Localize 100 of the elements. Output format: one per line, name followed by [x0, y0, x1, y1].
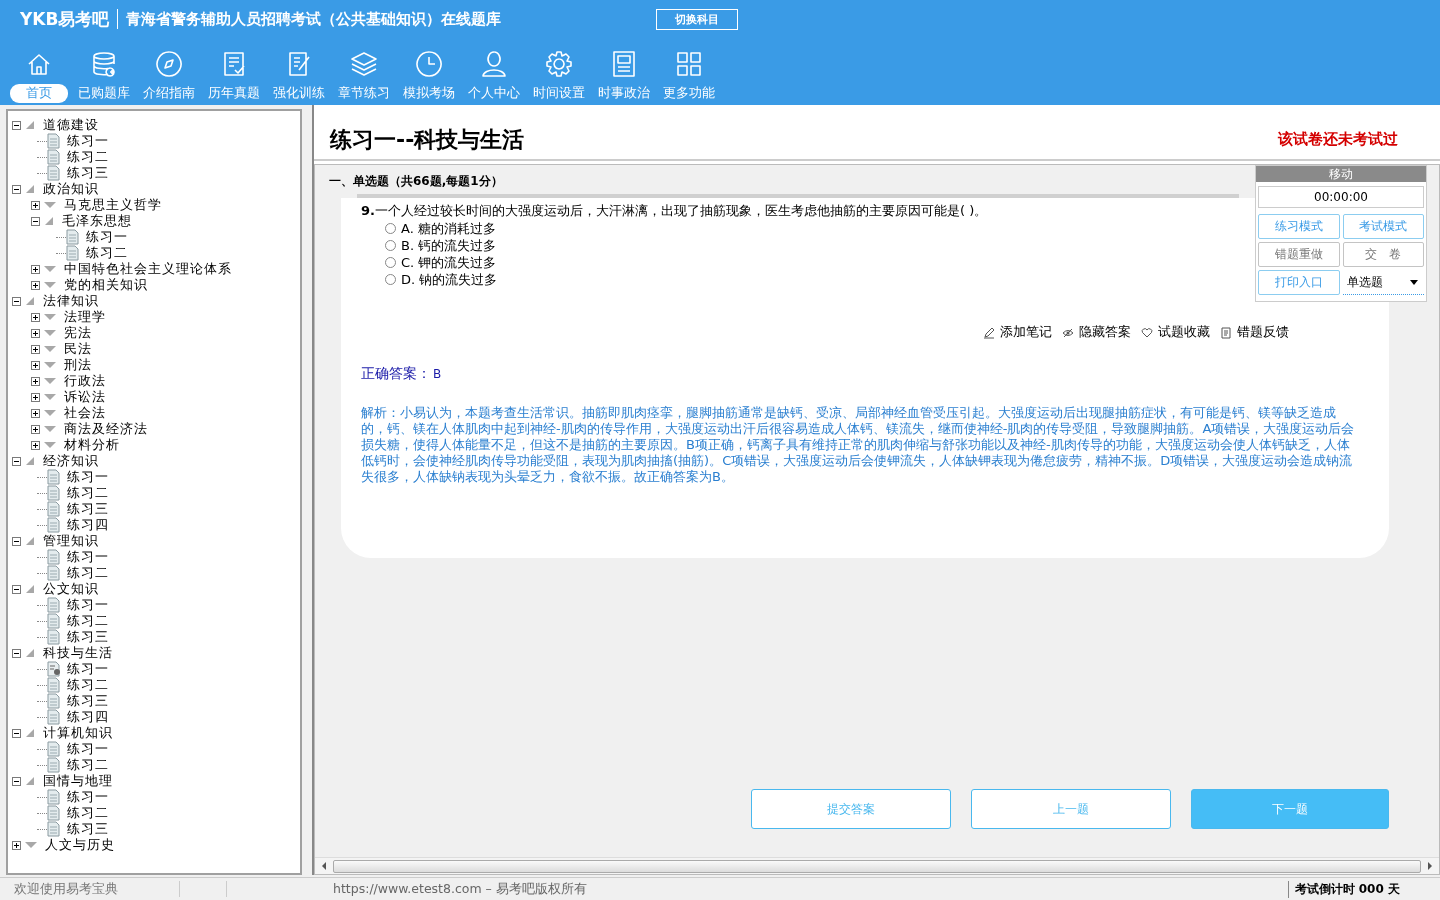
tree-item[interactable]: 诉讼法 — [64, 388, 106, 406]
collapse-icon[interactable] — [31, 216, 40, 226]
tree-item[interactable]: 管理知识 — [43, 532, 99, 550]
collapse-icon[interactable] — [12, 728, 21, 738]
question-type-select[interactable]: 单选题 — [1342, 270, 1424, 295]
expand-icon[interactable] — [12, 840, 21, 850]
tree-item[interactable]: 练习二 — [86, 244, 128, 262]
radio-button[interactable] — [385, 257, 396, 268]
tree-item[interactable]: 练习二 — [67, 756, 109, 774]
tree-item[interactable]: 马克思主义哲学 — [64, 196, 162, 214]
status-text: 欢迎使用易考宝典 — [13, 880, 119, 898]
expand-icon[interactable] — [31, 376, 40, 386]
tree-item[interactable]: 法律知识 — [43, 292, 99, 310]
folder-open-icon — [25, 584, 35, 594]
action-link[interactable]: 试题收藏 — [1158, 324, 1210, 341]
expand-icon[interactable] — [31, 280, 40, 290]
tree-item[interactable]: 练习一 — [67, 468, 109, 486]
expand-icon[interactable] — [31, 440, 40, 450]
folder-open-icon — [25, 536, 35, 546]
paper-status: 该试卷还未考试过 — [1278, 130, 1398, 150]
tree-item[interactable]: 练习一 — [67, 596, 109, 614]
tree-item[interactable]: 道德建设 — [43, 116, 99, 134]
tree-item[interactable]: 公文知识 — [43, 580, 99, 598]
tree-item[interactable]: 科技与生活 — [43, 644, 113, 662]
report-icon[interactable] — [1220, 326, 1232, 339]
tree-item[interactable]: 练习二 — [67, 564, 109, 582]
caret-icon[interactable] — [1410, 279, 1418, 285]
action-link[interactable]: 隐藏答案 — [1079, 324, 1131, 341]
tree-item[interactable]: 练习一 — [67, 548, 109, 566]
tree-item[interactable]: 练习三 — [67, 820, 109, 838]
tree-item[interactable]: 民法 — [64, 340, 92, 358]
paper-title: 练习一--科技与生活 — [330, 126, 525, 154]
scroll-left-icon[interactable] — [321, 862, 327, 870]
option-label[interactable]: B. 钙的流失过多 — [401, 236, 497, 255]
folder-open-icon — [44, 216, 54, 226]
tree-item[interactable]: 练习三 — [67, 500, 109, 518]
tree-item[interactable]: 计算机知识 — [43, 724, 113, 742]
pencil-icon[interactable] — [983, 326, 995, 339]
expand-icon[interactable] — [31, 312, 40, 322]
tree-item[interactable]: 中国特色社会主义理论体系 — [64, 260, 232, 278]
option-label[interactable]: D. 钠的流失过多 — [401, 270, 498, 289]
collapse-icon[interactable] — [12, 456, 21, 466]
tree-item[interactable]: 刑法 — [64, 356, 92, 374]
scrollbar[interactable] — [315, 857, 1439, 874]
tree-item[interactable]: 练习四 — [67, 708, 109, 726]
copyright-text: https://www.etest8.com – 易考吧版权所有 — [333, 880, 587, 898]
tree-item[interactable]: 练习二 — [67, 804, 109, 822]
expand-icon[interactable] — [31, 264, 40, 274]
option-label[interactable]: C. 钾的流失过多 — [401, 253, 497, 272]
tree-item[interactable]: 练习一 — [67, 660, 109, 678]
folder-closed-icon — [25, 841, 37, 849]
tree-item[interactable]: 毛泽东思想 — [62, 212, 132, 230]
tree-item[interactable]: 练习三 — [67, 628, 109, 646]
tree-item[interactable]: 商法及经济法 — [64, 420, 148, 438]
collapse-icon[interactable] — [12, 120, 21, 130]
expand-icon[interactable] — [31, 424, 40, 434]
tree-item[interactable]: 行政法 — [64, 372, 106, 390]
tree-item[interactable]: 宪法 — [64, 324, 92, 342]
tree-item[interactable]: 练习二 — [67, 148, 109, 166]
expand-icon[interactable] — [31, 200, 40, 210]
expand-icon[interactable] — [31, 328, 40, 338]
tree-item[interactable]: 国情与地理 — [43, 772, 113, 790]
expand-icon[interactable] — [31, 408, 40, 418]
expand-icon[interactable] — [31, 344, 40, 354]
correct-answer: 正确答案：B — [361, 365, 443, 383]
tree-item[interactable]: 练习一 — [67, 788, 109, 806]
tree-item[interactable]: 党的相关知识 — [64, 276, 148, 294]
eye-icon[interactable] — [1062, 326, 1074, 339]
heart-icon[interactable] — [1141, 326, 1153, 339]
tree-item[interactable]: 练习三 — [67, 164, 109, 182]
tree-item[interactable]: 经济知识 — [43, 452, 99, 470]
collapse-icon[interactable] — [12, 536, 21, 546]
tree-item[interactable]: 社会法 — [64, 404, 106, 422]
expand-icon[interactable] — [31, 360, 40, 370]
action-link[interactable]: 错题反馈 — [1237, 324, 1289, 341]
tree-item[interactable]: 练习一 — [67, 132, 109, 150]
tree-item[interactable]: 练习一 — [67, 740, 109, 758]
expand-icon[interactable] — [31, 392, 40, 402]
action-link[interactable]: 添加笔记 — [1000, 324, 1052, 341]
tree-item[interactable]: 练习二 — [67, 484, 109, 502]
collapse-icon[interactable] — [12, 184, 21, 194]
tree-item[interactable]: 材料分析 — [64, 436, 120, 454]
option-label[interactable]: A. 糖的消耗过多 — [401, 219, 496, 238]
tree-item[interactable]: 法理学 — [64, 308, 106, 326]
tree-item[interactable]: 练习三 — [67, 692, 109, 710]
collapse-icon[interactable] — [12, 584, 21, 594]
tree-item[interactable]: 练习一 — [86, 228, 128, 246]
tree-item[interactable]: 政治知识 — [43, 180, 99, 198]
radio-button[interactable] — [385, 240, 396, 251]
tree-item[interactable]: 练习二 — [67, 612, 109, 630]
collapse-icon[interactable] — [12, 296, 21, 306]
tree-item[interactable]: 人文与历史 — [45, 836, 115, 854]
radio-button[interactable] — [385, 274, 396, 285]
collapse-icon[interactable] — [12, 648, 21, 658]
radio-button[interactable] — [385, 223, 396, 234]
scroll-right-icon[interactable] — [1427, 862, 1433, 870]
folder-closed-icon — [44, 345, 56, 353]
tree-item[interactable]: 练习四 — [67, 516, 109, 534]
tree-item[interactable]: 练习二 — [67, 676, 109, 694]
collapse-icon[interactable] — [12, 776, 21, 786]
